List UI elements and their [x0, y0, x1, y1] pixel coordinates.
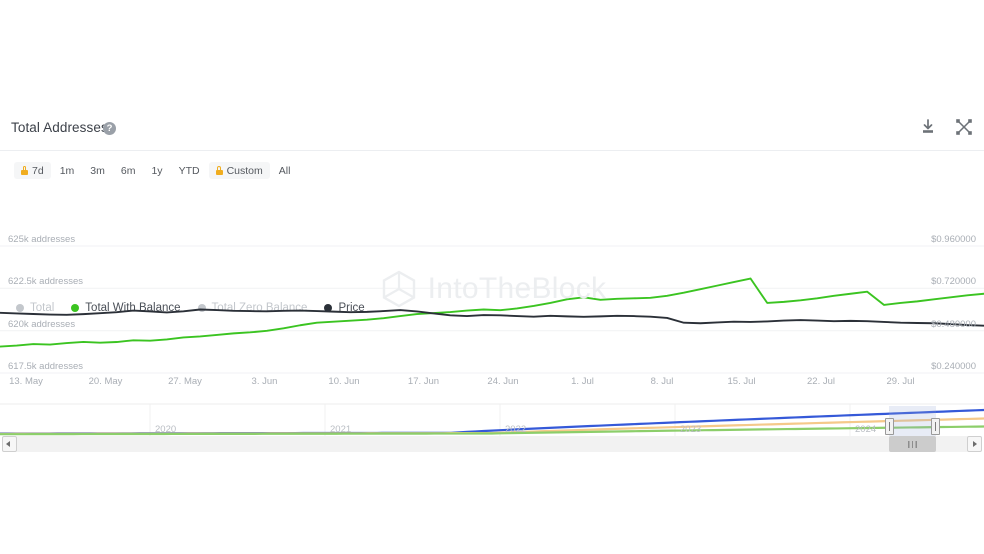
x-axis-tick: 8. Jul — [650, 376, 674, 387]
y-axis-right-tick: $0.720000 — [931, 276, 976, 288]
scrollbar-thumb[interactable] — [888, 436, 936, 452]
range-button-custom[interactable]: Custom — [208, 162, 270, 179]
range-button-3m[interactable]: 3m — [83, 162, 112, 179]
range-button-label: 1y — [151, 164, 163, 177]
y-axis-left-tick: 625k addresses — [8, 234, 76, 245]
chart-scrollbar[interactable] — [0, 434, 984, 454]
chart-svg — [0, 245, 984, 374]
range-button-label: 6m — [120, 164, 136, 177]
x-axis-tick: 1. Jul — [571, 376, 594, 387]
range-button-7d[interactable]: 7d — [14, 162, 51, 179]
range-selector: 7d 1m 3m 6m 1y YTD Custom All — [14, 162, 297, 179]
total-addresses-chart-card: Total Addresses ? 7d 1m 3m 6m 1y YTD Custo — [0, 104, 984, 460]
x-axis-tick: 24. Jun — [487, 376, 519, 387]
x-axis-tick: 17. Jun — [407, 376, 440, 387]
range-button-ytd[interactable]: YTD — [172, 162, 207, 179]
question-mark-icon[interactable]: ? — [103, 122, 116, 135]
download-icon[interactable] — [918, 117, 938, 137]
range-button-label: YTD — [178, 164, 200, 177]
range-button-label: 3m — [90, 164, 105, 177]
chart-plot-area — [0, 238, 984, 393]
navigator-handle-left[interactable] — [884, 418, 894, 435]
x-axis-tick: 27. May — [168, 376, 202, 387]
fullscreen-icon[interactable] — [954, 117, 974, 137]
range-button-label: Custom — [226, 164, 263, 177]
y-axis-left-tick: 617.5k addresses — [8, 361, 83, 372]
x-axis-tick: 22. Jul — [807, 376, 835, 387]
scroll-left-arrow-icon[interactable] — [2, 436, 17, 452]
y-axis-left-tick: 622.5k addresses — [8, 276, 83, 288]
range-button-all[interactable]: All — [272, 162, 298, 179]
y-axis-left-tick: 620k addresses — [8, 318, 76, 330]
scrollbar-track[interactable] — [16, 436, 968, 452]
x-axis-tick: 13. May — [9, 376, 43, 387]
y-axis-right-tick: $0.960000 — [931, 234, 976, 245]
x-axis-tick: 20. May — [88, 376, 123, 387]
navigator-handle-right[interactable] — [930, 418, 940, 435]
range-button-label: All — [278, 164, 291, 177]
x-axis-tick: 10. Jun — [328, 376, 360, 387]
range-button-1y[interactable]: 1y — [144, 162, 169, 179]
range-button-label: 7d — [32, 164, 44, 177]
x-axis-tick: 15. Jul — [727, 376, 756, 387]
x-axis-tick: 3. Jun — [251, 376, 278, 387]
page-title: Total Addresses — [11, 120, 108, 135]
scroll-right-arrow-icon[interactable] — [967, 436, 982, 452]
range-button-label: 1m — [59, 164, 75, 177]
x-axis-labels: 13. May 20. May 27. May 3. Jun 10. Jun 17. Ju… — [0, 376, 984, 394]
header-actions — [918, 117, 974, 137]
x-axis-tick: 29. Jul — [886, 376, 915, 387]
y-axis-right-tick: $0.240000 — [931, 361, 976, 372]
card-header: Total Addresses ? — [0, 104, 984, 151]
series-line-price — [0, 308, 984, 327]
y-axis-right-tick: $0.480000 — [931, 318, 976, 330]
lock-icon — [21, 166, 28, 175]
range-button-1m[interactable]: 1m — [53, 162, 82, 179]
lock-icon — [215, 166, 223, 175]
range-button-6m[interactable]: 6m — [114, 162, 143, 179]
